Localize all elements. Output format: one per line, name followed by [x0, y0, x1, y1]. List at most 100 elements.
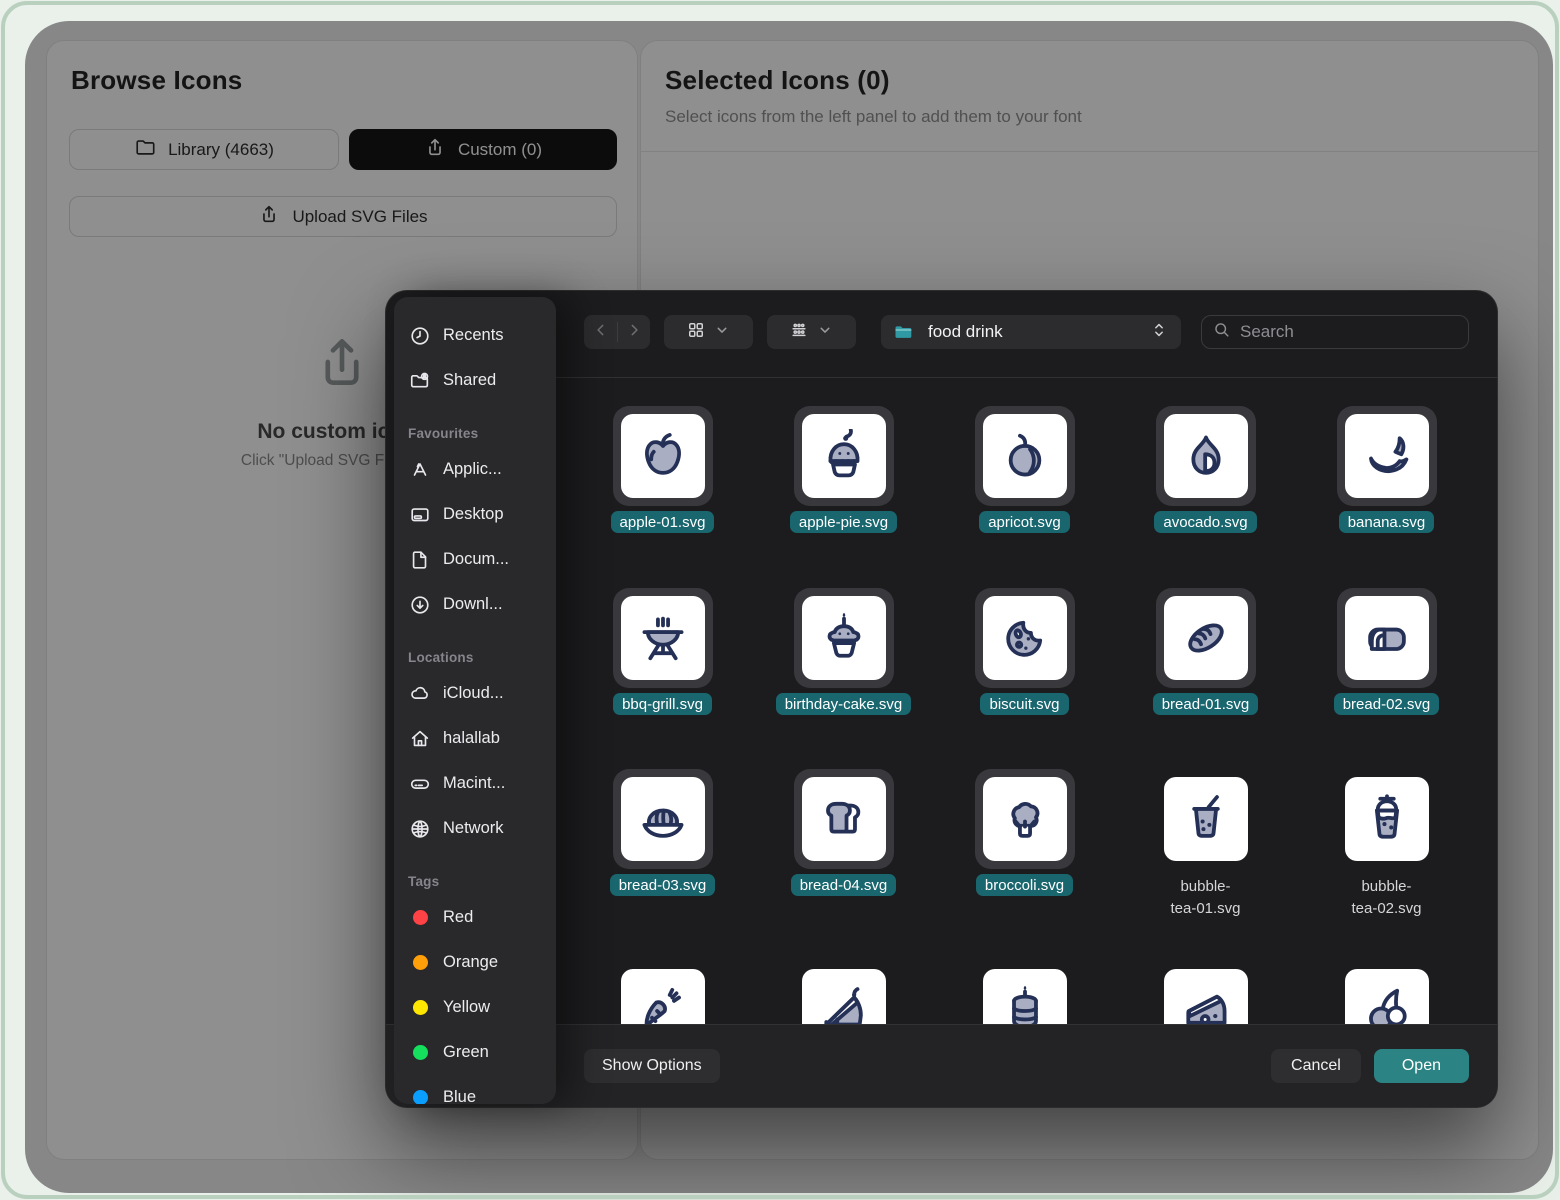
sidebar-item-label: Orange: [443, 953, 498, 972]
app-store-icon: [408, 459, 432, 481]
file-name: bbq-grill.svg: [613, 693, 712, 715]
sidebar-section-tags: Tags: [408, 865, 546, 895]
file-name: apple-01.svg: [611, 511, 715, 533]
search-icon: [1212, 320, 1231, 344]
bbq-grill-icon: [636, 611, 690, 665]
file-name: banana.svg: [1339, 511, 1435, 533]
file-dialog: food drink RecentsSharedFavouritesApplic…: [385, 290, 1498, 1108]
file-name: bubble-tea-02.svg: [1351, 876, 1421, 920]
folder-icon: [893, 322, 913, 342]
apple-pie-icon: [817, 429, 871, 483]
desktop-icon: [408, 504, 432, 526]
sidebar-item-label: Red: [443, 908, 473, 927]
search-field[interactable]: [1201, 315, 1469, 349]
banana-icon: [1360, 429, 1414, 483]
file-name: birthday-cake.svg: [776, 693, 912, 715]
download-icon: [408, 594, 432, 616]
sidebar-item-desktop[interactable]: Desktop: [408, 492, 546, 537]
broccoli-icon: [998, 792, 1052, 846]
file-bread-01-svg[interactable]: bread-01.svg: [1115, 588, 1296, 715]
forward-icon[interactable]: [624, 320, 644, 345]
sidebar-item-applic[interactable]: Applic...: [408, 447, 546, 492]
sidebar-item-shared[interactable]: Shared: [408, 358, 546, 403]
current-folder-dropdown[interactable]: food drink: [881, 315, 1181, 349]
bread-03-icon: [636, 792, 690, 846]
open-button[interactable]: Open: [1374, 1049, 1469, 1083]
sidebar-item-recents[interactable]: Recents: [408, 313, 546, 358]
sidebar-item-label: Downl...: [443, 595, 503, 614]
file-apricot-svg[interactable]: apricot.svg: [934, 406, 1115, 533]
file-biscuit-svg[interactable]: biscuit.svg: [934, 588, 1115, 715]
toolbar-divider: [556, 377, 1497, 378]
file-bbq-grill-svg[interactable]: bbq-grill.svg: [572, 588, 753, 715]
sidebar-item-docum[interactable]: Docum...: [408, 537, 546, 582]
sidebar-item-label: Macint...: [443, 774, 505, 793]
sidebar-item-label: Shared: [443, 371, 496, 390]
file-thumbnail: [975, 769, 1075, 869]
file-name: bread-03.svg: [610, 874, 716, 896]
group-view-icon: [789, 320, 809, 345]
grid-view-icon: [686, 320, 706, 345]
back-icon[interactable]: [591, 320, 611, 345]
file-apple-01-svg[interactable]: apple-01.svg: [572, 406, 753, 533]
search-input[interactable]: [1238, 321, 1463, 343]
sidebar-item-yellow[interactable]: Yellow: [408, 985, 546, 1030]
file-thumbnail: [613, 406, 713, 506]
file-banana-svg[interactable]: banana.svg: [1296, 406, 1477, 533]
document-icon: [408, 549, 432, 571]
show-options-button[interactable]: Show Options: [584, 1049, 720, 1083]
sidebar-item-downl[interactable]: Downl...: [408, 582, 546, 627]
file-birthday-cake-svg[interactable]: birthday-cake.svg: [753, 588, 934, 715]
tag-dot-green: [408, 1045, 432, 1060]
file-name: bread-04.svg: [791, 874, 897, 896]
file-thumbnail: [794, 588, 894, 688]
sidebar-item-halallab[interactable]: halallab: [408, 716, 546, 761]
file-name: biscuit.svg: [980, 693, 1068, 715]
sidebar-item-label: Blue: [443, 1088, 476, 1104]
sidebar-item-network[interactable]: Network: [408, 806, 546, 851]
file-bubble-tea-01-svg[interactable]: bubble-tea-01.svg: [1115, 769, 1296, 920]
view-mode-dropdown[interactable]: [664, 315, 753, 349]
sidebar-item-label: Green: [443, 1043, 489, 1062]
sidebar-item-label: Docum...: [443, 550, 509, 569]
dialog-sidebar: RecentsSharedFavouritesApplic...DesktopD…: [394, 297, 556, 1104]
drive-icon: [408, 773, 432, 795]
file-thumbnail: [1156, 406, 1256, 506]
updown-stepper-icon: [1149, 320, 1169, 345]
sidebar-item-icloud[interactable]: iCloud...: [408, 671, 546, 716]
apricot-icon: [998, 429, 1052, 483]
sidebar-section-locations: Locations: [408, 641, 546, 671]
tag-dot-yellow: [408, 1000, 432, 1015]
sidebar-item-label: halallab: [443, 729, 500, 748]
file-bread-02-svg[interactable]: bread-02.svg: [1296, 588, 1477, 715]
chevron-down-icon: [712, 320, 732, 345]
file-avocado-svg[interactable]: avocado.svg: [1115, 406, 1296, 533]
sidebar-item-label: Recents: [443, 326, 504, 345]
file-thumbnail: [975, 588, 1075, 688]
sidebar-item-orange[interactable]: Orange: [408, 940, 546, 985]
file-bread-04-svg[interactable]: bread-04.svg: [753, 769, 934, 920]
current-folder-label: food drink: [928, 322, 1003, 342]
file-apple-pie-svg[interactable]: apple-pie.svg: [753, 406, 934, 533]
file-thumbnail: [1156, 588, 1256, 688]
group-by-dropdown[interactable]: [767, 315, 856, 349]
cancel-button[interactable]: Cancel: [1271, 1049, 1361, 1083]
chevron-down-icon: [815, 320, 835, 345]
file-grid-row: apple-01.svg apple-pie.svgapricot.svgavoc…: [572, 406, 1477, 533]
file-thumbnail: [1337, 588, 1437, 688]
file-broccoli-svg[interactable]: broccoli.svg: [934, 769, 1115, 920]
file-grid-row: bbq-grill.svg birthday-cake.svg biscuit.sv…: [572, 588, 1477, 715]
bread-02-icon: [1360, 611, 1414, 665]
file-thumbnail: [794, 406, 894, 506]
cloud-icon: [408, 683, 432, 705]
file-bread-03-svg[interactable]: bread-03.svg: [572, 769, 753, 920]
globe-icon: [408, 818, 432, 840]
biscuit-icon: [998, 611, 1052, 665]
file-bubble-tea-02-svg[interactable]: bubble-tea-02.svg: [1296, 769, 1477, 920]
sidebar-item-blue[interactable]: Blue: [408, 1075, 546, 1104]
sidebar-item-macint[interactable]: Macint...: [408, 761, 546, 806]
file-grid-row: bread-03.svgbread-04.svgbroccoli.svgbubb…: [572, 769, 1477, 920]
sidebar-item-green[interactable]: Green: [408, 1030, 546, 1075]
birthday-cake-icon: [817, 611, 871, 665]
sidebar-item-red[interactable]: Red: [408, 895, 546, 940]
